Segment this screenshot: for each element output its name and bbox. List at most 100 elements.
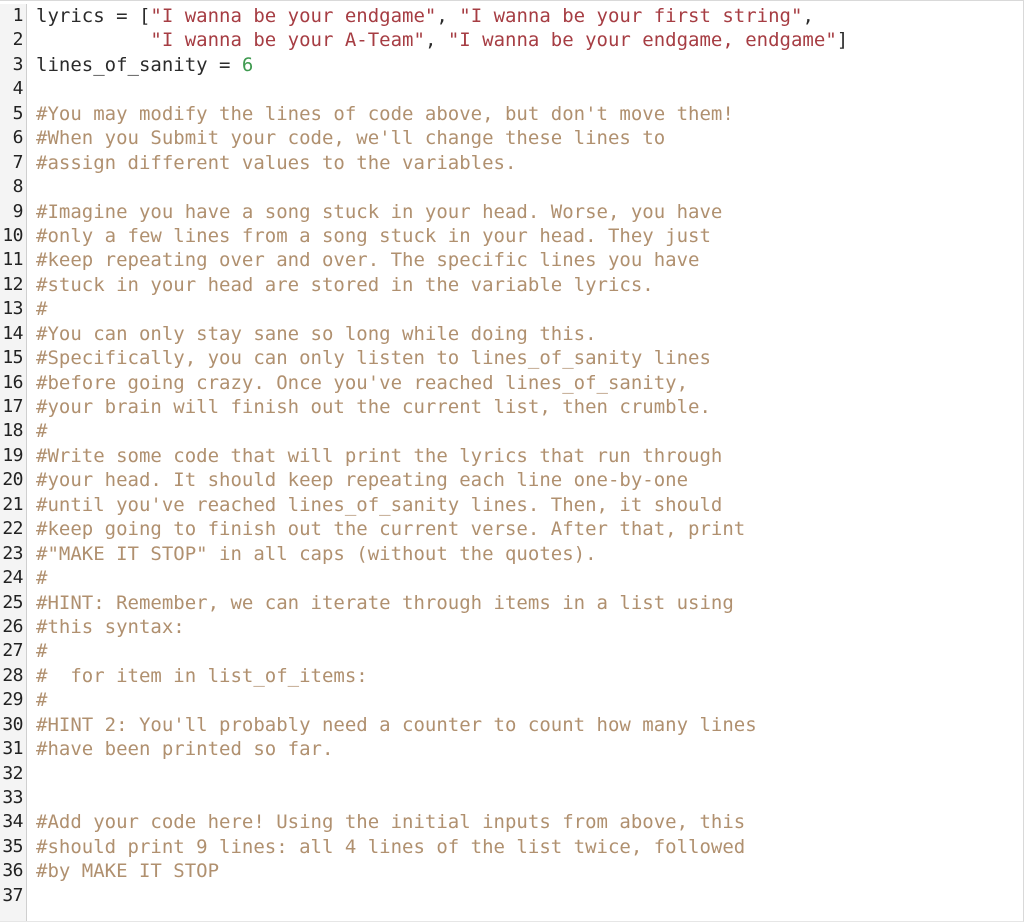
line-number: 13 (2, 298, 23, 320)
line-number: 29 (2, 689, 23, 711)
code-line[interactable]: #HINT 2: You'll probably need a counter … (36, 713, 1023, 737)
token-comment: #your head. It should keep repeating eac… (36, 469, 689, 492)
line-number: 27 (2, 640, 23, 662)
line-number: 22 (2, 518, 23, 540)
token-comment: #your brain will finish out the current … (36, 396, 711, 418)
code-line[interactable]: #Add your code here! Using the initial i… (36, 810, 1023, 834)
line-number: 33 (2, 787, 23, 808)
token-comment: # (36, 420, 48, 443)
line-number: 34 (2, 811, 23, 833)
line-number: 20 (2, 469, 23, 491)
token-comment: #have been printed so far. (36, 738, 334, 761)
code-line[interactable]: # (36, 566, 1023, 590)
code-line[interactable]: lyrics = ["I wanna be your endgame", "I … (36, 4, 1023, 28)
code-line[interactable]: lines_of_sanity = 6 (36, 53, 1023, 77)
code-line[interactable]: #You may modify the lines of code above,… (36, 102, 1023, 126)
line-number-gutter: 1 2 3 4 5 6 7 8 9 10 11 12 13 14 15 16 17 18 19 20 21 22 23 24 2… (0, 4, 27, 921)
token-comment: #keep repeating over and over. The speci… (36, 249, 700, 272)
code-line[interactable] (36, 175, 1023, 199)
token-plain: , (424, 29, 448, 52)
code-line[interactable]: #stuck in your head are stored in the va… (36, 273, 1023, 297)
token-comment: #When you Submit your code, we'll change… (36, 127, 666, 150)
line-number: 19 (2, 444, 23, 466)
token-number: 6 (241, 53, 254, 76)
line-number: 23 (2, 542, 23, 564)
code-line[interactable] (36, 884, 1023, 908)
line-number: 8 (12, 176, 24, 198)
token-string: "I wanna be your endgame" (150, 5, 437, 27)
token-comment: #only a few lines from a song stuck in y… (36, 224, 711, 247)
token-comment: # (36, 640, 48, 663)
code-line[interactable]: #only a few lines from a song stuck in y… (36, 224, 1023, 248)
code-line[interactable]: #Imagine you have a song stuck in your h… (36, 200, 1023, 224)
token-comment: # for item in list_of_items: (36, 664, 368, 687)
token-comment: #HINT 2: You'll probably need a counter … (36, 713, 757, 736)
token-string: "I wanna be your endgame, endgame" (447, 29, 837, 52)
code-line[interactable]: #your brain will finish out the current … (36, 395, 1023, 419)
token-comment: #HINT: Remember, we can iterate through … (36, 591, 734, 614)
code-line[interactable] (36, 762, 1023, 786)
code-line[interactable]: #your head. It should keep repeating eac… (36, 468, 1023, 492)
code-line[interactable]: #"MAKE IT STOP" in all caps (without the… (36, 542, 1023, 566)
code-line[interactable]: # for item in list_of_items: (36, 664, 1023, 688)
line-number: 24 (2, 567, 23, 589)
code-line[interactable]: #by MAKE IT STOP (36, 859, 1023, 883)
code-line[interactable]: #Specifically, you can only listen to li… (36, 346, 1023, 370)
code-line[interactable]: #keep going to finish out the current ve… (36, 517, 1023, 541)
line-number: 16 (2, 371, 23, 393)
code-line[interactable]: # (36, 688, 1023, 712)
token-comment: #Write some code that will print the lyr… (36, 444, 723, 467)
line-number: 15 (2, 347, 23, 369)
code-area[interactable]: 1 2 3 4 5 6 7 8 9 10 11 12 13 14 15 16 17 18 19 20 21 22 23 24 2… (0, 1, 1023, 921)
line-number: 2 (12, 29, 24, 51)
token-plain: lines_of_sanity = (36, 53, 242, 76)
line-number: 10 (2, 224, 23, 246)
code-line[interactable]: #until you've reached lines_of_sanity li… (36, 493, 1023, 517)
line-number: 30 (2, 713, 23, 735)
code-line[interactable]: #When you Submit your code, we'll change… (36, 126, 1023, 150)
line-number: 32 (2, 762, 23, 784)
token-comment: #before going crazy. Once you've reached… (36, 371, 689, 394)
code-line[interactable] (36, 786, 1023, 810)
token-comment: #until you've reached lines_of_sanity li… (36, 493, 723, 516)
line-number: 1 (12, 5, 24, 26)
token-comment: #Imagine you have a song stuck in your h… (36, 200, 723, 223)
line-number: 35 (2, 835, 23, 857)
code-line[interactable]: #HINT: Remember, we can iterate through … (36, 591, 1023, 615)
code-line[interactable]: #keep repeating over and over. The speci… (36, 248, 1023, 272)
code-line[interactable]: #this syntax: (36, 615, 1023, 639)
token-plain: ] (836, 29, 849, 52)
line-number: 12 (2, 273, 23, 295)
line-number: 4 (12, 78, 24, 100)
code-line[interactable] (36, 77, 1023, 101)
code-line[interactable]: #before going crazy. Once you've reached… (36, 371, 1023, 395)
code-line[interactable]: # (36, 639, 1023, 663)
code-line[interactable]: #have been printed so far. (36, 737, 1023, 761)
line-number: 36 (2, 860, 23, 882)
line-number: 26 (2, 615, 23, 637)
token-comment: #by MAKE IT STOP (36, 860, 220, 883)
token-comment: #stuck in your head are stored in the va… (36, 273, 654, 296)
line-number: 17 (2, 396, 23, 417)
token-comment: #assign different values to the variable… (36, 151, 517, 174)
line-number: 5 (12, 102, 24, 124)
code-content[interactable]: lyrics = ["I wanna be your endgame", "I … (27, 4, 1023, 921)
line-number: 31 (2, 738, 23, 760)
code-line[interactable]: # (36, 419, 1023, 443)
token-plain: lyrics = [ (36, 5, 151, 27)
code-line[interactable]: #You can only stay sane so long while do… (36, 322, 1023, 346)
code-line[interactable]: # (36, 297, 1023, 321)
token-comment: #"MAKE IT STOP" in all caps (without the… (36, 542, 597, 565)
code-line[interactable]: #should print 9 lines: all 4 lines of th… (36, 835, 1023, 859)
token-comment: #Add your code here! Using the initial i… (36, 811, 746, 834)
line-number: 11 (2, 249, 23, 271)
code-line[interactable]: #assign different values to the variable… (36, 151, 1023, 175)
code-editor[interactable]: 1 2 3 4 5 6 7 8 9 10 11 12 13 14 15 16 17 18 19 20 21 22 23 24 2… (0, 0, 1024, 922)
line-number: 18 (2, 420, 23, 442)
code-line[interactable]: #Write some code that will print the lyr… (36, 444, 1023, 468)
token-comment: #You can only stay sane so long while do… (36, 322, 597, 345)
line-number: 3 (12, 53, 24, 75)
token-comment: #should print 9 lines: all 4 lines of th… (36, 835, 746, 858)
code-line[interactable]: "I wanna be your A-Team", "I wanna be yo… (36, 28, 1023, 52)
